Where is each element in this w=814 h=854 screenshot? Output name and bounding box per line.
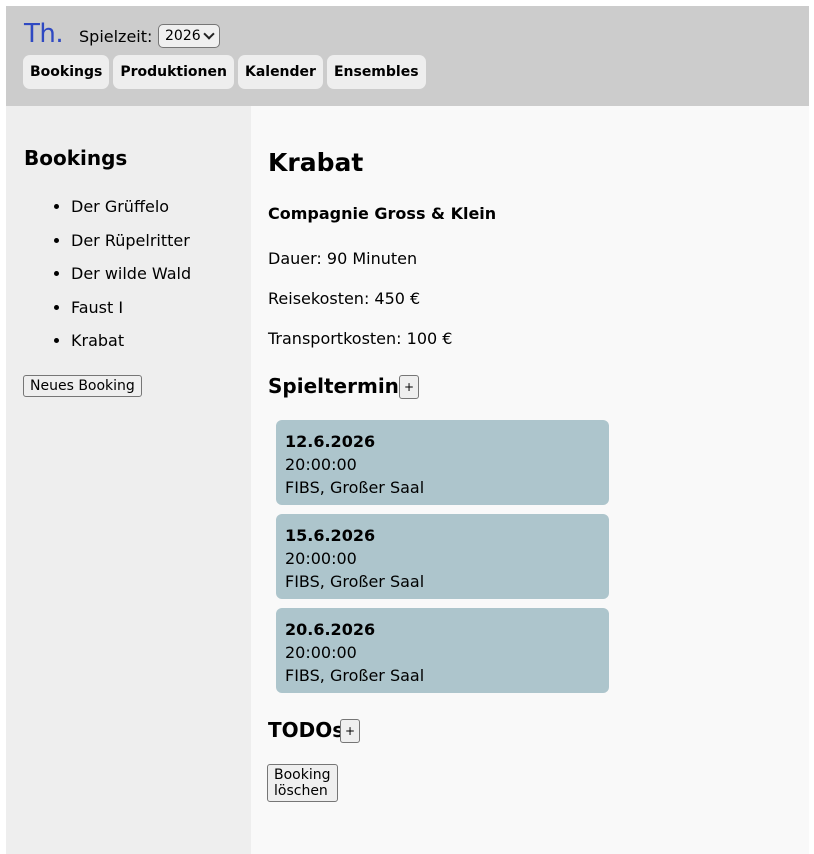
app-logo[interactable]: Th. — [24, 19, 64, 49]
app-window: Th. Spielzeit: 2026 Bookings Produktione… — [6, 6, 809, 854]
booking-list-item[interactable]: Der Rüpelritter — [71, 229, 191, 263]
add-date-button[interactable]: + — [399, 375, 419, 399]
date-card[interactable]: 15.6.2026 20:00:00 FIBS, Großer Saal — [276, 514, 609, 599]
booking-list-item[interactable]: Der Grüffelo — [71, 195, 191, 229]
delete-booking-button[interactable]: Booking löschen — [267, 764, 338, 802]
duration-text: Dauer: 90 Minuten — [268, 249, 418, 268]
nav-bookings-button[interactable]: Bookings — [23, 55, 110, 89]
travel-cost-text: Reisekosten: 450 € — [268, 289, 421, 308]
sidebar-title: Bookings — [24, 146, 128, 170]
date-card-date: 12.6.2026 — [285, 432, 376, 451]
booking-list-item[interactable]: Krabat — [71, 329, 191, 363]
date-card-date: 15.6.2026 — [285, 526, 376, 545]
transport-cost-text: Transportkosten: 100 € — [268, 329, 453, 348]
page-title: Krabat — [268, 148, 364, 177]
season-select[interactable]: 2026 — [158, 24, 220, 48]
add-todo-button[interactable]: + — [340, 719, 360, 743]
date-card-venue: FIBS, Großer Saal — [285, 572, 425, 591]
top-header: Th. Spielzeit: 2026 Bookings Produktione… — [6, 6, 809, 106]
date-card[interactable]: 12.6.2026 20:00:00 FIBS, Großer Saal — [276, 420, 609, 505]
chevron-down-icon — [203, 28, 215, 40]
season-label: Spielzeit: — [79, 27, 153, 46]
sidebar: Bookings Der Grüffelo Der Rüpelritter De… — [6, 106, 251, 854]
date-card[interactable]: 20.6.2026 20:00:00 FIBS, Großer Saal — [276, 608, 609, 693]
booking-list: Der Grüffelo Der Rüpelritter Der wilde W… — [24, 195, 191, 363]
nav-produktionen-button[interactable]: Produktionen — [113, 55, 234, 89]
nav-ensembles-button[interactable]: Ensembles — [326, 55, 426, 89]
season-select-value: 2026 — [165, 28, 201, 44]
date-card-venue: FIBS, Großer Saal — [285, 666, 425, 685]
booking-list-item[interactable]: Der wilde Wald — [71, 262, 191, 296]
date-card-date: 20.6.2026 — [285, 620, 376, 639]
dates-heading: Spieltermine — [268, 374, 413, 398]
date-card-venue: FIBS, Großer Saal — [285, 478, 425, 497]
date-card-time: 20:00:00 — [285, 643, 357, 662]
todos-heading: TODOs — [268, 718, 345, 742]
company-name: Compagnie Gross & Klein — [268, 204, 497, 223]
date-card-time: 20:00:00 — [285, 549, 357, 568]
nav-kalender-button[interactable]: Kalender — [237, 55, 323, 89]
main-nav: Bookings Produktionen Kalender Ensembles — [23, 55, 426, 89]
booking-list-item[interactable]: Faust I — [71, 296, 191, 330]
new-booking-button[interactable]: Neues Booking — [23, 375, 142, 397]
date-card-time: 20:00:00 — [285, 455, 357, 474]
